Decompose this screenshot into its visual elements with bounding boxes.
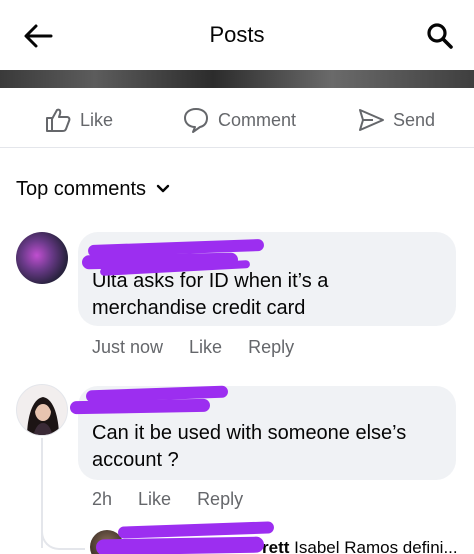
- commenter-avatar[interactable]: [16, 232, 68, 284]
- comment-timestamp: 2h: [92, 489, 113, 509]
- like-button-label: Like: [80, 109, 114, 130]
- commenter-avatar[interactable]: [16, 384, 68, 436]
- comment-text-line: Can it be used with someone else’s: [92, 422, 407, 444]
- comment-text: Can it be used with someone else’s accou…: [92, 420, 406, 474]
- comment-button-label: Comment: [218, 109, 297, 130]
- chevron-down-icon: [156, 184, 170, 193]
- comment-meta: 2h Like Reply: [92, 489, 243, 510]
- comment-meta: Just now Like Reply: [92, 337, 294, 358]
- comment-sort-dropdown[interactable]: Top comments: [16, 176, 170, 202]
- search-button[interactable]: [420, 16, 460, 56]
- reply-preview-text: Isabel Ramos defini...: [294, 538, 458, 554]
- send-icon: [359, 109, 384, 131]
- thumbs-up-icon: [46, 108, 71, 132]
- top-app-bar: Posts: [0, 0, 474, 70]
- like-button[interactable]: Like: [44, 104, 113, 136]
- redaction-scribble: [69, 398, 211, 415]
- post-actions-bar: Like Comment Send: [0, 92, 474, 148]
- comment-like-link[interactable]: Like: [189, 337, 222, 358]
- page-title: Posts: [209, 22, 265, 47]
- reply-thread-connector: [41, 520, 85, 550]
- comment-sort-label: Top comments: [16, 177, 147, 200]
- comment-button[interactable]: Comment: [182, 104, 296, 136]
- comment-timestamp: Just now: [92, 337, 164, 357]
- post-photo[interactable]: [0, 70, 474, 88]
- comment-text-line: merchandise credit card: [92, 297, 306, 319]
- speech-bubble-icon: [184, 108, 208, 133]
- comment-reply-link[interactable]: Reply: [248, 337, 294, 358]
- comment-reply-link[interactable]: Reply: [197, 489, 243, 510]
- profile-photo: [27, 397, 59, 435]
- redaction-scribble: [95, 536, 265, 554]
- comment-text: Ulta asks for ID when it’s a merchandise…: [92, 268, 328, 322]
- comment-text-line: account ?: [92, 449, 179, 471]
- search-icon: [427, 23, 453, 49]
- comment-like-link[interactable]: Like: [138, 489, 171, 510]
- reply-author-name: rett: [262, 538, 290, 554]
- send-button-label: Send: [393, 109, 436, 130]
- send-button[interactable]: Send: [357, 104, 435, 136]
- reply-preview[interactable]: rett Isabel Ramos defini...: [262, 538, 458, 554]
